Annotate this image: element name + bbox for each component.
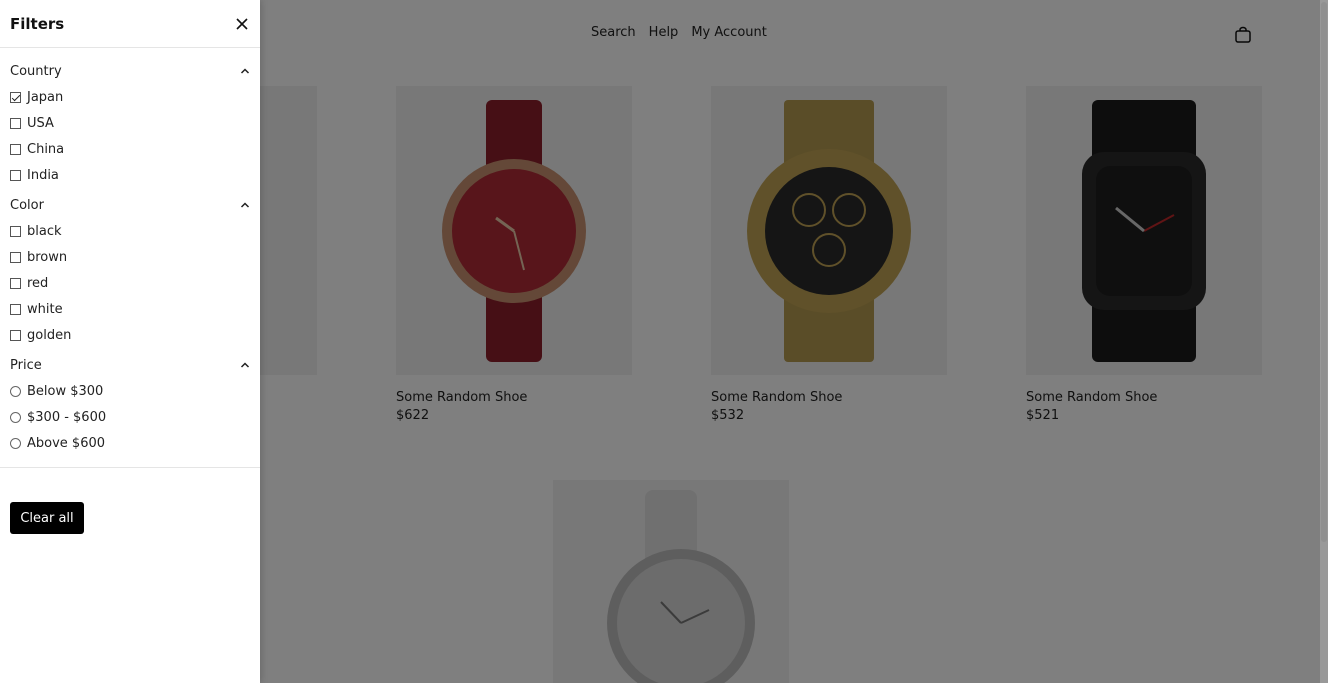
checkbox[interactable] (10, 277, 21, 289)
option-label: red (27, 275, 49, 291)
chevron-up-icon (240, 64, 250, 79)
chevron-up-icon (240, 198, 250, 213)
filter-option-300-600[interactable]: $300 - $600 (10, 404, 250, 430)
filter-option-above-600[interactable]: Above $600 (10, 430, 250, 456)
option-label: $300 - $600 (27, 409, 107, 425)
option-label: brown (27, 249, 68, 265)
checkbox[interactable] (10, 169, 21, 181)
chevron-up-icon (240, 358, 250, 373)
section-label: Price (10, 357, 42, 373)
filter-option-india[interactable]: India (10, 162, 250, 188)
checkbox[interactable] (10, 225, 21, 237)
filter-option-usa[interactable]: USA (10, 110, 250, 136)
filter-option-below-300[interactable]: Below $300 (10, 378, 250, 404)
section-toggle-color[interactable]: Color (10, 196, 250, 214)
drawer-header: Filters (0, 0, 260, 48)
radio[interactable] (10, 385, 21, 397)
option-label: white (27, 301, 63, 317)
filter-section-color: Color black brown red white golden (0, 188, 260, 348)
option-label: Below $300 (27, 383, 104, 399)
page-scrollbar[interactable] (1320, 0, 1328, 683)
option-label: USA (27, 115, 54, 131)
clear-all-button[interactable]: Clear all (10, 502, 84, 534)
option-label: China (27, 141, 65, 157)
section-label: Color (10, 197, 44, 213)
option-label: Above $600 (27, 435, 106, 451)
checkbox[interactable] (10, 303, 21, 315)
section-toggle-country[interactable]: Country (10, 62, 250, 80)
checkbox[interactable] (10, 91, 21, 103)
checkbox[interactable] (10, 117, 21, 129)
close-icon[interactable] (234, 16, 250, 32)
radio[interactable] (10, 411, 21, 423)
checkbox[interactable] (10, 329, 21, 341)
filters-drawer: Filters Country Japan USA China India Co… (0, 0, 260, 683)
checkbox[interactable] (10, 251, 21, 263)
filter-option-black[interactable]: black (10, 218, 250, 244)
section-label: Country (10, 63, 62, 79)
option-label: Japan (27, 89, 64, 105)
checkbox[interactable] (10, 143, 21, 155)
filter-section-price: Price Below $300 $300 - $600 Above $600 (0, 348, 260, 456)
option-label: black (27, 223, 62, 239)
filter-option-japan[interactable]: Japan (10, 84, 250, 110)
drawer-title: Filters (10, 14, 65, 33)
filter-option-brown[interactable]: brown (10, 244, 250, 270)
divider (0, 467, 260, 468)
option-label: India (27, 167, 59, 183)
option-label: golden (27, 327, 72, 343)
filter-option-white[interactable]: white (10, 296, 250, 322)
filter-option-red[interactable]: red (10, 270, 250, 296)
scrollbar-thumb[interactable] (1321, 2, 1327, 542)
filter-option-china[interactable]: China (10, 136, 250, 162)
section-toggle-price[interactable]: Price (10, 356, 250, 374)
filter-section-country: Country Japan USA China India (0, 48, 260, 188)
radio[interactable] (10, 437, 21, 449)
filter-option-golden[interactable]: golden (10, 322, 250, 348)
